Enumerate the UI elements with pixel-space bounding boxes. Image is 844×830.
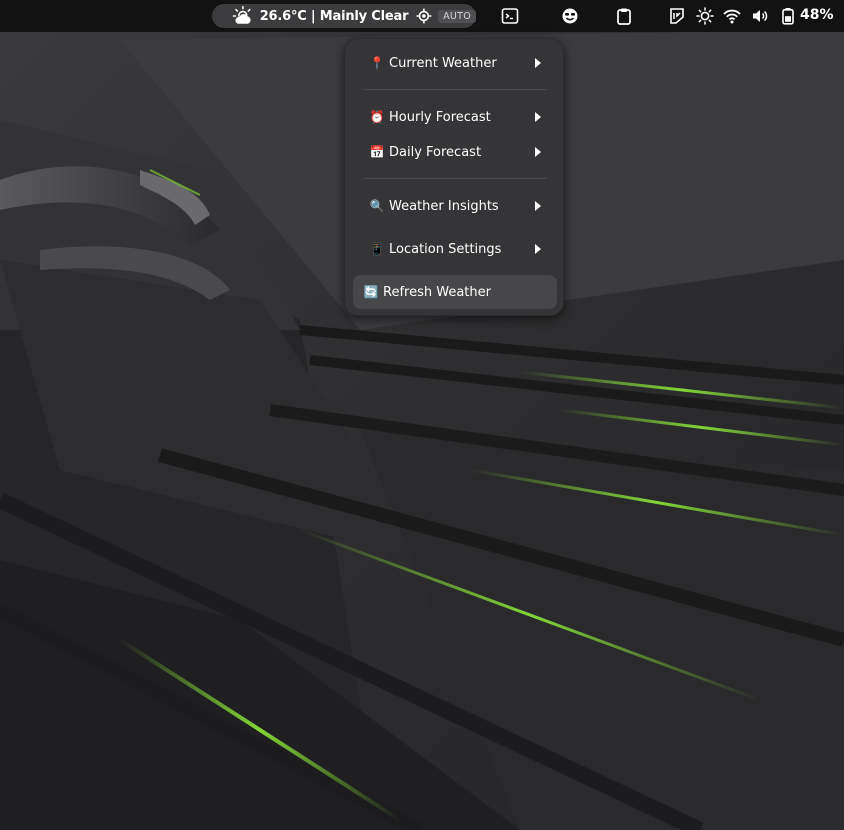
menu-item-weather-insights[interactable]: 🔍 Weather Insights — [353, 190, 557, 222]
wifi-icon[interactable] — [723, 7, 741, 25]
mobile-phone-icon: 📱 — [369, 242, 385, 256]
cloudy-sun-icon — [232, 5, 251, 24]
menu-item-label: Daily Forecast — [389, 144, 482, 160]
volume-icon[interactable] — [751, 7, 769, 25]
battery-icon[interactable] — [779, 7, 797, 25]
submenu-arrow-icon — [535, 58, 541, 68]
menu-item-current-weather[interactable]: 📍 Current Weather — [353, 47, 557, 79]
magnifier-icon: 🔍 — [369, 199, 385, 213]
menu-item-daily-forecast[interactable]: 📅 Daily Forecast — [353, 136, 557, 168]
menu-separator — [363, 89, 547, 90]
auto-location-badge: AUTO — [438, 9, 476, 23]
clipboard-icon[interactable] — [615, 7, 633, 25]
weather-indicator[interactable]: 26.6°C | Mainly Clear AUTO — [212, 4, 476, 28]
emoji-face-icon[interactable] — [561, 7, 579, 25]
brightness-icon[interactable] — [696, 7, 714, 25]
terminal-icon[interactable] — [501, 7, 519, 25]
submenu-arrow-icon — [535, 112, 541, 122]
menu-item-label: Location Settings — [389, 241, 502, 257]
alarm-clock-icon: ⏰ — [369, 110, 385, 124]
keyboard-layout-icon[interactable] — [668, 7, 686, 25]
menu-item-label: Hourly Forecast — [389, 109, 491, 125]
battery-percentage[interactable]: 48% — [800, 7, 834, 23]
menu-item-hourly-forecast[interactable]: ⏰ Hourly Forecast — [353, 101, 557, 133]
submenu-arrow-icon — [535, 201, 541, 211]
menu-item-label: Weather Insights — [389, 198, 499, 214]
pin-icon: 📍 — [369, 56, 385, 70]
weather-dropdown-menu: 📍 Current Weather ⏰ Hourly Forecast 📅 Da… — [344, 38, 564, 316]
menu-item-location-settings[interactable]: 📱 Location Settings — [353, 233, 557, 265]
menu-separator — [363, 178, 547, 179]
menu-item-label: Refresh Weather — [383, 284, 491, 300]
menu-item-refresh-weather[interactable]: 🔄 Refresh Weather — [353, 275, 557, 309]
calendar-icon: 📅 — [369, 145, 385, 159]
weather-summary: 26.6°C | Mainly Clear — [259, 8, 409, 24]
submenu-arrow-icon — [535, 244, 541, 254]
location-crosshair-icon — [416, 8, 432, 24]
refresh-icon: 🔄 — [363, 285, 379, 299]
top-panel: 26.6°C | Mainly Clear AUTO 48% — [0, 0, 844, 32]
submenu-arrow-icon — [535, 147, 541, 157]
menu-item-label: Current Weather — [389, 55, 497, 71]
